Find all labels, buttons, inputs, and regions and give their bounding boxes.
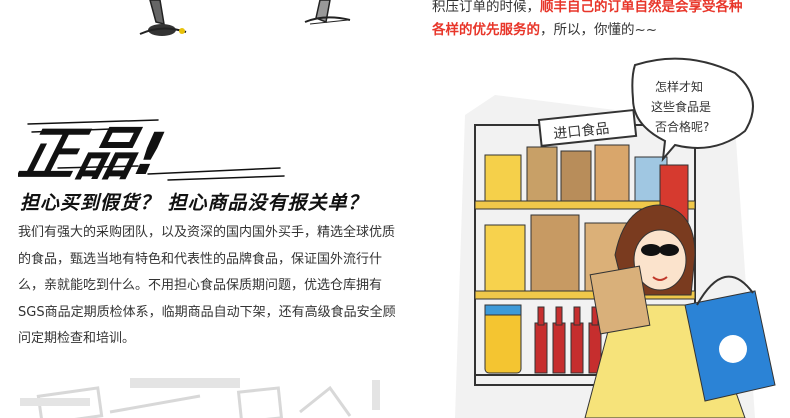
- top-paragraph-highlight1: 顺丰自己的订单自然是会享受各种: [540, 0, 743, 15]
- top-paragraph-line1: 积压订单的时候，: [432, 0, 540, 15]
- genuine-title-art: 正品!: [18, 119, 285, 188]
- top-paragraph-highlight2: 各样的优先服务的: [432, 22, 540, 38]
- top-paragraph-line2: ，所以，你懂的~~: [540, 22, 658, 38]
- body-paragraph: 我们有强大的采购团队，以及资深的国内国外买手，精选全球优质的食品，甄选当地有特色…: [18, 225, 396, 346]
- cartoon-feet-illustration: [139, 0, 351, 36]
- speech-bubble-line2: 这些食品是: [651, 99, 711, 114]
- shopping-girl-illustration: 进口食品 怎样才知 这些食品是 否合格呢?: [455, 57, 776, 418]
- title-art-text: 正品!: [18, 120, 171, 188]
- speech-bubble-line1: 怎样才知: [655, 79, 703, 94]
- top-paragraph: 积压订单的时候，顺丰自己的订单自然是会享受各种 各样的优先服务的，所以，你懂的~…: [432, 0, 782, 42]
- faded-bottom-decoration: [20, 378, 380, 418]
- subtitle: 担心买到假货？ 担心商品没有报关单？: [20, 192, 368, 214]
- speech-bubble-line3: 否合格呢?: [655, 119, 709, 134]
